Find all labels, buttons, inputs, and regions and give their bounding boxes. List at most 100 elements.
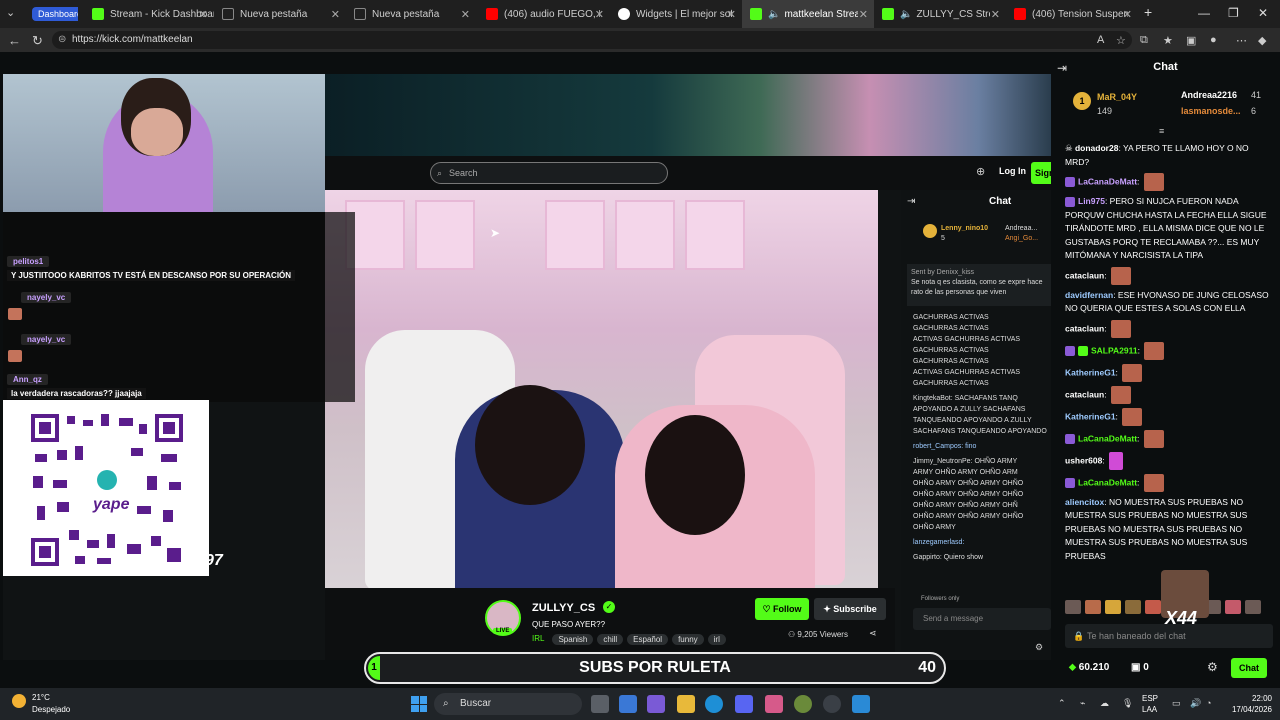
emote[interactable] (1225, 600, 1241, 614)
clock[interactable]: 22:00 17/04/2026 (1220, 693, 1272, 715)
tab-search-icon[interactable]: ⌄ (6, 6, 15, 19)
display-icon[interactable]: ▭ (1172, 698, 1181, 709)
close-tab-icon[interactable]: ✕ (859, 8, 868, 21)
favorites-icon[interactable]: ★ (1163, 34, 1173, 47)
gift-count[interactable]: ▣ 0 (1131, 662, 1149, 673)
sub-badge-icon (1065, 177, 1075, 187)
cloud-icon[interactable]: ☁ (1100, 698, 1109, 709)
read-aloud-icon[interactable]: A (1097, 34, 1104, 46)
gift-badge-icon (1078, 345, 1088, 356)
windows-taskbar: 21°C Despejado ⌕ Buscar ⌃ ⌁ ☁ 🎙 ESP LAA … (0, 688, 1280, 720)
shelf (615, 200, 675, 270)
start-icon[interactable] (411, 696, 427, 712)
favorite-icon[interactable]: ☆ (1116, 34, 1126, 47)
viewer-count-text: 9,205 Viewers (797, 630, 848, 639)
tab-kick-dashboard[interactable]: Stream - Kick Dashboard ✕ (84, 0, 214, 28)
close-tab-icon[interactable]: ✕ (199, 8, 208, 21)
emote[interactable] (1085, 600, 1101, 614)
overlay-chat-line: Y JUSTIITOOO KABRITOS TV ESTÁ EN DESCANS… (7, 270, 296, 281)
profile-icon[interactable]: ● (1210, 34, 1217, 46)
close-tab-icon[interactable]: ✕ (991, 8, 1000, 21)
taskbar-search[interactable]: ⌕ Buscar (434, 693, 582, 715)
share-icon: ⋖ (869, 628, 877, 638)
app-icon[interactable] (852, 695, 870, 713)
tab-new-2[interactable]: Nueva pestaña ✕ (346, 0, 476, 28)
chat-username[interactable]: Lin975 (1078, 196, 1105, 206)
chat-username[interactable]: aliencitox (1065, 497, 1104, 507)
menu-icon[interactable]: ⋯ (1236, 34, 1247, 47)
search-icon: ⌕ (437, 168, 443, 178)
store-icon[interactable] (619, 695, 637, 713)
back-icon[interactable]: ← (8, 33, 21, 48)
photoshop-icon[interactable] (765, 695, 783, 713)
chat-panel: ⇥ Chat 1 MaR_04Y 149 Andreaa2216 41 lasm… (1051, 52, 1280, 688)
new-tab-icon[interactable]: + (1144, 4, 1152, 20)
chat-username[interactable]: usher608 (1065, 455, 1102, 465)
followers-only-label: Followers only (921, 596, 960, 602)
close-tab-icon[interactable]: ✕ (331, 8, 340, 21)
gifter-name[interactable]: Andreaa2216 (1181, 90, 1237, 100)
chat-username[interactable]: LaCanaDeMatt (1078, 433, 1137, 443)
tab-widgets[interactable]: Widgets | El mejor softwa ✕ (610, 0, 742, 28)
chat-username[interactable]: davidfernan (1065, 290, 1113, 300)
pin-icon[interactable]: ≡ (1159, 126, 1164, 136)
maximize-icon[interactable]: ❐ (1228, 6, 1239, 20)
copilot-icon[interactable]: ◆ (1258, 34, 1266, 47)
discord-icon[interactable] (735, 695, 753, 713)
tab-youtube-audio[interactable]: (406) audio FUEGO, FUEGO ✕ (478, 0, 610, 28)
tab-new-1[interactable]: Nueva pestaña ✕ (214, 0, 346, 28)
close-tab-icon[interactable]: ✕ (1123, 8, 1132, 21)
chat-username[interactable]: SALPA2911 (1091, 345, 1138, 355)
tab-mattkeelan[interactable]: 🔈 mattkeelan Stream - V ✕ (742, 0, 874, 28)
chat-username[interactable]: cataclaun (1065, 323, 1104, 333)
gifter-name[interactable]: lasmanosde... (1181, 106, 1241, 116)
chat-footer: ⬥ 60.210 ▣ 0 ⚙ Chat (1065, 658, 1277, 680)
overlay-emote (8, 308, 22, 320)
emote[interactable] (1245, 600, 1261, 614)
emote[interactable] (1065, 600, 1081, 614)
copilot-app-icon[interactable] (647, 695, 665, 713)
tab-dashboard[interactable]: Dashboard (30, 0, 78, 28)
tray-chevron-icon[interactable]: ⌃ (1058, 698, 1066, 709)
obs-icon[interactable] (823, 695, 841, 713)
mic-icon[interactable]: 🎙 (1122, 698, 1133, 709)
close-tab-icon[interactable]: ✕ (461, 8, 470, 21)
site-info-icon[interactable]: ⊜ (58, 31, 66, 49)
chat-username[interactable]: cataclaun (1065, 389, 1104, 399)
chat-username[interactable]: cataclaun (1065, 270, 1104, 280)
send-chat-button[interactable]: Chat (1231, 658, 1267, 678)
language-indicator[interactable]: ESP LAA (1142, 693, 1158, 715)
url-field[interactable]: ⊜ https://kick.com/mattkeelan (52, 31, 1132, 49)
collections-icon[interactable]: ▣ (1186, 34, 1196, 47)
gifter-name[interactable]: MaR_04Y (1097, 92, 1137, 102)
chat-username[interactable]: LaCanaDeMatt (1078, 477, 1137, 487)
close-window-icon[interactable]: ✕ (1258, 6, 1268, 20)
emote (1143, 173, 1164, 191)
chat-username[interactable]: donador28 (1075, 143, 1118, 153)
close-tab-icon[interactable]: ✕ (727, 8, 736, 21)
chat-input[interactable]: 🔒 Te han baneado del chat (1065, 624, 1273, 648)
chat-username[interactable]: KatherineG1 (1065, 411, 1116, 421)
tab-tension[interactable]: (406) Tension Suspense C ✕ (1006, 0, 1138, 28)
captured-pinned-message: Sent by Denixx_kiss Se nota q es clasist… (907, 264, 1051, 306)
chat-settings-icon[interactable]: ⚙ (1207, 660, 1218, 674)
edge-icon[interactable] (705, 695, 723, 713)
channel-points[interactable]: ⬥ 60.210 (1069, 662, 1109, 673)
emote[interactable] (1145, 600, 1161, 614)
emote[interactable] (1125, 600, 1141, 614)
network-icon[interactable]: ⌁ (1080, 698, 1085, 709)
tab-zullyy[interactable]: 🔈 ZULLYY_CS Stream - V ✕ (874, 0, 1006, 28)
sub-badge-icon (1065, 196, 1075, 207)
app-icon[interactable] (794, 695, 812, 713)
file-explorer-icon[interactable] (677, 695, 695, 713)
minimize-icon[interactable]: — (1198, 6, 1210, 20)
extensions-icon[interactable]: ⧉ (1140, 34, 1148, 47)
emote[interactable] (1105, 600, 1121, 614)
notifications-icon[interactable]: ◔ (1206, 698, 1211, 708)
reload-icon[interactable]: ↻ (32, 33, 43, 49)
chat-username[interactable]: LaCanaDeMatt (1078, 176, 1137, 186)
chat-username[interactable]: KatherineG1 (1065, 367, 1116, 377)
volume-icon[interactable]: 🔊 (1190, 698, 1201, 709)
close-tab-icon[interactable]: ✕ (595, 8, 604, 21)
task-view-icon[interactable] (591, 695, 609, 713)
